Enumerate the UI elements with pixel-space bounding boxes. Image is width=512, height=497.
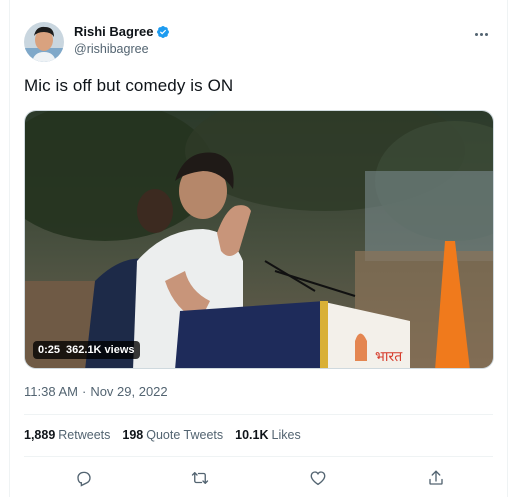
quote-tweets-count: 198 [122, 428, 144, 442]
video-player[interactable]: भारत 0:25 362.1K views [24, 110, 494, 369]
divider [24, 456, 493, 457]
likes-count: 10.1K [235, 428, 269, 442]
share-icon[interactable] [422, 464, 450, 492]
timestamp-separator: · [81, 384, 87, 399]
author-handle[interactable]: @rishibagree [74, 42, 149, 56]
retweet-icon[interactable] [186, 464, 214, 492]
quote-tweets-label: Quote Tweets [146, 428, 224, 442]
reply-icon[interactable] [70, 464, 98, 492]
divider [24, 414, 493, 415]
video-thumbnail: भारत [25, 111, 493, 368]
tweet-header: Rishi Bagree @rishibagree [24, 18, 493, 66]
video-info-badge: 0:25 362.1K views [33, 341, 140, 359]
heart-icon[interactable] [304, 464, 332, 492]
retweets-count: 1,889 [24, 428, 56, 442]
quote-tweets-stat[interactable]: 198 Quote Tweets [122, 428, 223, 442]
likes-label: Likes [271, 428, 301, 442]
tweet-card: Rishi Bagree @rishibagree Mic is off but… [9, 0, 508, 497]
tweet-time[interactable]: 11:38 AM [24, 384, 78, 399]
tweet-date[interactable]: Nov 29, 2022 [90, 384, 167, 399]
likes-stat[interactable]: 10.1K Likes [235, 428, 301, 442]
video-duration: 0:25 [38, 344, 61, 356]
verified-badge-icon [156, 25, 170, 39]
tweet-stats: 1,889 Retweets 198 Quote Tweets 10.1K Li… [24, 428, 301, 442]
retweets-stat[interactable]: 1,889 Retweets [24, 428, 110, 442]
avatar[interactable] [24, 22, 64, 62]
author-display-name[interactable]: Rishi Bagree [74, 24, 153, 39]
svg-text:भारत: भारत [375, 349, 403, 365]
more-icon[interactable] [469, 24, 493, 44]
tweet-timestamp: 11:38 AM · Nov 29, 2022 [24, 384, 168, 399]
retweets-label: Retweets [58, 428, 111, 442]
tweet-actions [10, 464, 507, 492]
video-views: 362.1K views [66, 344, 135, 356]
tweet-text: Mic is off but comedy is ON [24, 76, 234, 95]
author-name-row: Rishi Bagree [74, 24, 170, 39]
